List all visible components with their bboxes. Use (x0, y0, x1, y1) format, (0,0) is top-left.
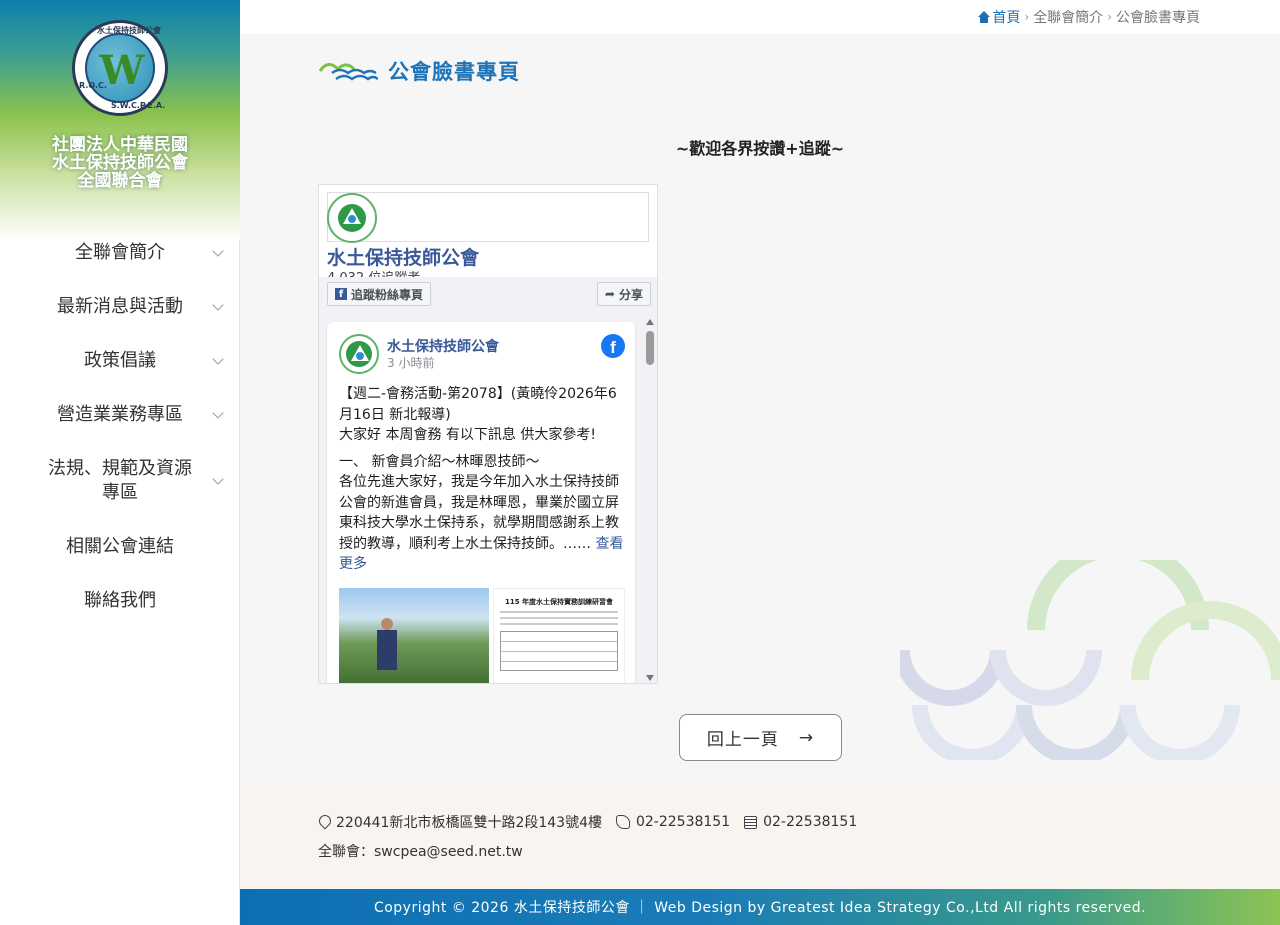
breadcrumb-home-label: 首頁 (992, 10, 1021, 26)
copyright-text: Copyright © 2026 水土保持技師公會 ｜ Web Design b… (373, 900, 1147, 916)
breadcrumb-item-current: 公會臉書專頁 (1116, 10, 1200, 26)
chevron-down-icon (212, 407, 224, 419)
footer-contact: 220441新北市板橋區雙十路2段143號4樓 02-22538151 02-2… (240, 780, 1280, 889)
nav-item-construction[interactable]: 營造業業務專區 (0, 388, 240, 442)
sidebar: 水土保持技師公會 W R.O.C. S.W.C.P.E.A. 社團法人中華民國 … (0, 0, 240, 925)
welcome-text: ~歡迎各界按讚+追蹤~ (675, 139, 845, 158)
facebook-icon: f (335, 288, 347, 300)
arrow-right-icon: → (798, 727, 815, 748)
fb-page-name[interactable]: 水土保持技師公會 (327, 243, 479, 270)
email-text[interactable]: 全聯會：swcpea@seed.net.tw (318, 841, 523, 861)
share-icon: ➦ (604, 287, 615, 301)
scroll-up-icon[interactable] (646, 319, 654, 325)
post-photo[interactable] (339, 588, 489, 683)
document-title: 115 年度水土保持實務訓練研習會 (504, 598, 614, 606)
nav-item-policy[interactable]: 政策倡議 (0, 334, 240, 388)
organization-name: 社團法人中華民國 水土保持技師公會 全國聯合會 (0, 136, 240, 190)
nav-item-regulations[interactable]: 法規、規範及資源專區 (0, 442, 240, 520)
breadcrumb-item-about[interactable]: 全聯會簡介 (1033, 7, 1103, 27)
post-timestamp[interactable]: 3 小時前 (387, 354, 434, 371)
breadcrumb: 首頁 › 全聯會簡介 › 公會臉書專頁 (978, 7, 1200, 27)
org-name-line-2: 水土保持技師公會 (52, 153, 188, 173)
chevron-down-icon (212, 353, 224, 365)
nav-item-news[interactable]: 最新消息與活動 (0, 280, 240, 334)
post-paragraph-text: 各位先進大家好，我是今年加入水土保持技師公會的新進會員，我是林暉恩，畢業於國立屏… (339, 474, 619, 552)
chevron-down-icon (212, 245, 224, 257)
post-paragraph: 各位先進大家好，我是今年加入水土保持技師公會的新進會員，我是林暉恩，畢業於國立屏… (339, 472, 629, 575)
nav-label: 聯絡我們 (84, 590, 156, 611)
address-group: 220441新北市板橋區雙十路2段143號4樓 (318, 812, 602, 832)
logo-roc-text: R.O.C. (79, 81, 107, 90)
sidebar-header: 水土保持技師公會 W R.O.C. S.W.C.P.E.A. 社團法人中華民國 … (0, 0, 240, 240)
nav-label: 全聯會簡介 (75, 242, 165, 263)
post-paragraph: 一、 新會員介紹～林暉恩技師～ (339, 453, 540, 470)
facebook-logo-icon[interactable]: f (601, 334, 625, 358)
contact-row: 220441新北市板橋區雙十路2段143號4樓 02-22538151 02-2… (318, 812, 863, 832)
phone-text: 02-22538151 (635, 814, 731, 830)
facebook-page-widget[interactable]: 水土保持技師公會 4,032 位追蹤者 f 追蹤粉絲專頁 ➦ 分享 水土保持技師… (318, 184, 658, 684)
breadcrumb-home[interactable]: 首頁 (978, 7, 1020, 27)
scrollbar-thumb[interactable] (646, 331, 654, 365)
nav-item-about[interactable]: 全聯會簡介 (0, 226, 240, 280)
address-text: 220441新北市板橋區雙十路2段143號4樓 (336, 815, 602, 831)
fax-text: 02-22538151 (763, 814, 858, 830)
share-label: 分享 (618, 287, 643, 302)
main-content: 首頁 › 全聯會簡介 › 公會臉書專頁 公會臉書專頁 ~歡迎各界按讚+追蹤~ 水 (240, 0, 1280, 925)
decorative-waves (900, 560, 1280, 760)
page-title: 公會臉書專頁 (388, 60, 520, 84)
sidebar-nav: 全聯會簡介 最新消息與活動 政策倡議 營造業業務專區 法規、規範及資源專區 相關… (0, 226, 240, 628)
nav-item-links[interactable]: 相關公會連結 (0, 520, 240, 574)
scroll-down-icon[interactable] (646, 675, 654, 681)
breadcrumb-bar: 首頁 › 全聯會簡介 › 公會臉書專頁 (240, 0, 1280, 34)
nav-item-contact[interactable]: 聯絡我們 (0, 574, 240, 628)
post-paragraph: 大家好 本周會務 有以下訊息 供大家參考! (339, 427, 596, 443)
org-name-line-1: 社團法人中華民國 (52, 135, 188, 155)
post-author[interactable]: 水土保持技師公會 (387, 336, 499, 356)
back-button-label: 回上一頁 (706, 730, 779, 750)
wave-icon (318, 63, 378, 81)
copyright-bar: Copyright © 2026 水土保持技師公會 ｜ Web Design b… (240, 889, 1280, 925)
association-emblem-icon (346, 341, 372, 367)
fb-actions-bar: f 追蹤粉絲專頁 ➦ 分享 (319, 277, 657, 317)
follow-page-button[interactable]: f 追蹤粉絲專頁 (327, 282, 432, 306)
back-button[interactable]: 回上一頁 → (679, 714, 842, 761)
org-name-line-3: 全國聯合會 (77, 171, 163, 191)
chevron-right-icon: › (1024, 10, 1030, 24)
phone-group[interactable]: 02-22538151 (615, 814, 731, 830)
chevron-down-icon (212, 299, 224, 311)
nav-label: 政策倡議 (84, 350, 156, 371)
post-document-image[interactable]: 115 年度水土保持實務訓練研習會 (493, 588, 625, 683)
association-emblem-icon (338, 204, 366, 232)
fax-icon (744, 815, 758, 829)
nav-label: 相關公會連結 (66, 536, 174, 557)
logo-emblem: W (85, 33, 155, 103)
fb-page-header: 水土保持技師公會 4,032 位追蹤者 (319, 185, 657, 286)
location-pin-icon (318, 815, 330, 829)
person-figure (377, 618, 397, 683)
share-button[interactable]: ➦ 分享 (596, 282, 651, 306)
nav-label: 最新消息與活動 (57, 296, 183, 317)
widget-scrollbar[interactable] (643, 317, 657, 683)
phone-icon (615, 815, 630, 829)
follow-label: 追蹤粉絲專頁 (351, 287, 424, 302)
post-author-avatar[interactable] (339, 334, 379, 374)
association-logo[interactable]: 水土保持技師公會 W R.O.C. S.W.C.P.E.A. (72, 20, 168, 116)
nav-label: 營造業業務專區 (57, 404, 183, 425)
logo-abbr-text: S.W.C.P.E.A. (111, 101, 166, 110)
chevron-right-icon: › (1107, 10, 1112, 24)
post-body: 【週二-會務活動-第2078】(黃曉伶2026年6月16日 新北報導) 大家好 … (339, 384, 629, 575)
page-title-group: 公會臉書專頁 (318, 56, 520, 86)
fb-post: 水土保持技師公會 3 小時前 f 【週二-會務活動-第2078】(黃曉伶2026… (327, 322, 635, 683)
document-table (500, 631, 618, 671)
home-icon (978, 11, 991, 23)
post-paragraph: 【週二-會務活動-第2078】(黃曉伶2026年6月16日 新北報導) (339, 386, 617, 423)
fb-page-avatar[interactable] (327, 193, 377, 243)
fax-group: 02-22538151 (744, 814, 857, 830)
chevron-down-icon (212, 473, 224, 485)
nav-label: 法規、規範及資源專區 (48, 458, 192, 503)
